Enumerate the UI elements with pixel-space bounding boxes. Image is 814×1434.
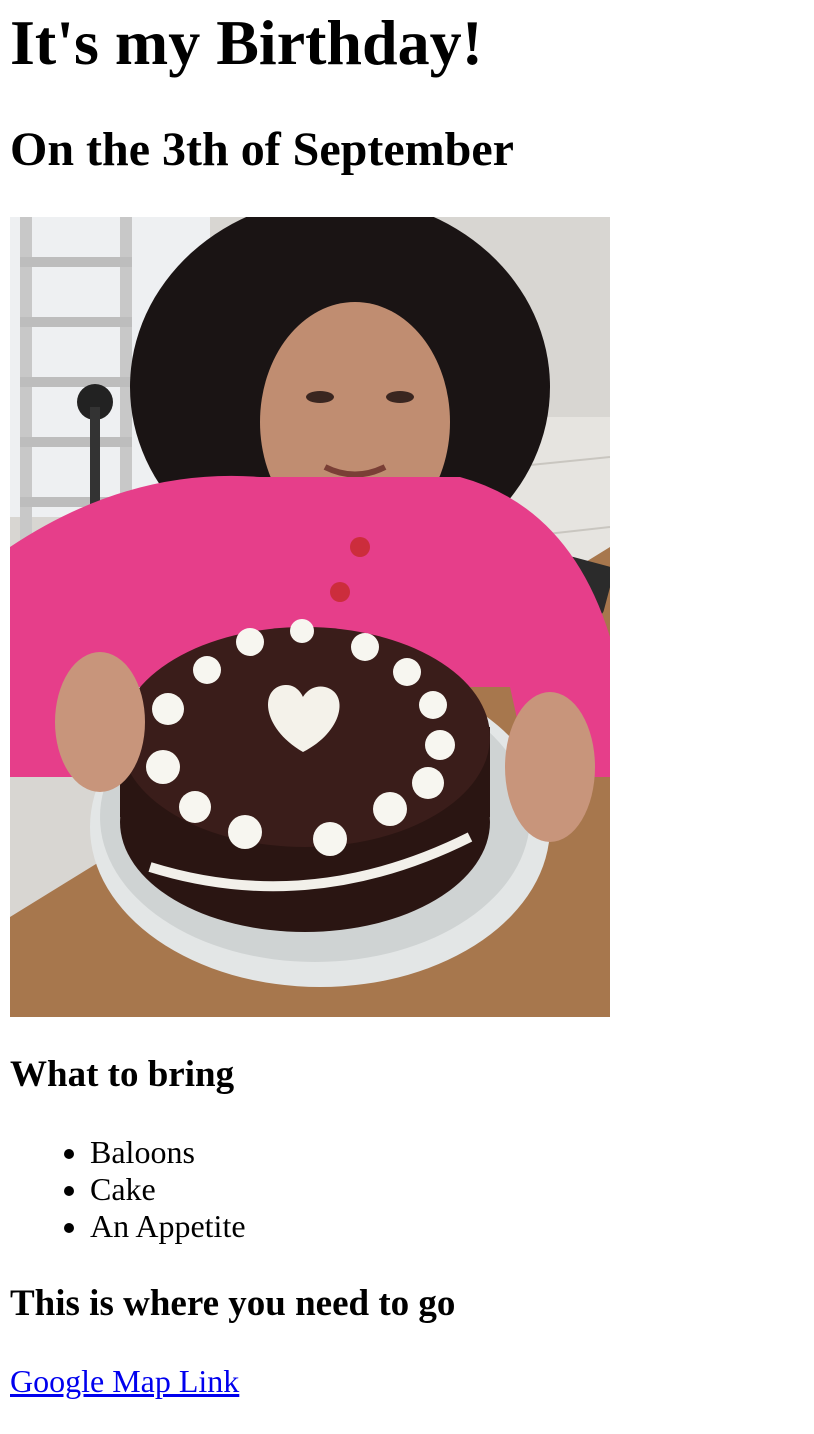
date-subtitle: On the 3th of September xyxy=(10,123,514,176)
page: It's my Birthday! On the 3th of Septembe… xyxy=(0,0,814,1434)
birthday-photo xyxy=(10,217,610,1017)
list-item: An Appetite xyxy=(90,1208,490,1245)
bring-list: Baloons Cake An Appetite xyxy=(10,1134,490,1245)
list-item: Cake xyxy=(90,1171,490,1208)
what-to-bring-heading: What to bring xyxy=(10,1054,235,1095)
page-title: It's my Birthday! xyxy=(10,7,483,78)
location-heading: This is where you need to go xyxy=(10,1283,456,1324)
google-map-link[interactable]: Google Map Link xyxy=(10,1362,239,1400)
list-item: Baloons xyxy=(90,1134,490,1171)
